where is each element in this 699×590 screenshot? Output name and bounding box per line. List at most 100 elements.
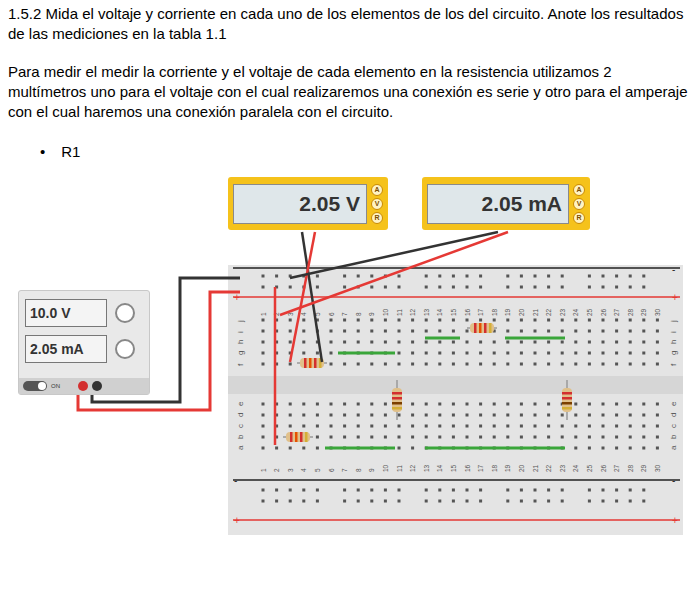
resistor[interactable] — [392, 380, 402, 420]
black-terminal[interactable] — [92, 381, 102, 391]
mode-button[interactable]: R — [371, 212, 383, 224]
resistor[interactable] — [467, 323, 497, 333]
svg-text:21: 21 — [532, 464, 539, 472]
voltmeter[interactable]: 2.05 V AVR — [228, 177, 388, 230]
jumper-wire[interactable] — [338, 352, 395, 355]
svg-text:i: i — [236, 331, 245, 333]
svg-text:16: 16 — [464, 308, 471, 316]
svg-text:f: f — [236, 363, 245, 366]
voltage-display: 10.0 V — [25, 299, 107, 327]
svg-text:e: e — [236, 401, 245, 406]
svg-text:c: c — [669, 424, 678, 428]
probe-wire[interactable] — [290, 232, 315, 362]
jumper-wire[interactable] — [505, 337, 565, 340]
svg-text:18: 18 — [491, 464, 498, 472]
resistor[interactable] — [562, 380, 572, 420]
svg-text:14: 14 — [436, 464, 443, 472]
svg-text:+: + — [672, 515, 678, 526]
svg-text:g: g — [669, 351, 678, 355]
ammeter[interactable]: 2.05 mA AVR — [422, 177, 590, 230]
bullet-item: •R1 — [8, 142, 691, 162]
mode-button[interactable]: R — [573, 212, 585, 224]
svg-text:e: e — [669, 401, 678, 406]
mode-button[interactable]: V — [371, 198, 383, 210]
svg-text:c: c — [236, 424, 245, 428]
probe-wire[interactable] — [280, 232, 508, 315]
page: 1.5.2 Mida el voltaje y corriente en cad… — [0, 0, 699, 590]
heading: 1.5.2 Mida el voltaje y corriente en cad… — [8, 4, 691, 44]
power-supply[interactable]: 10.0 V2.05 mAON — [18, 290, 150, 395]
svg-text:6: 6 — [328, 312, 335, 316]
svg-text:22: 22 — [545, 464, 552, 472]
svg-text:30: 30 — [654, 464, 661, 472]
svg-text:13: 13 — [423, 308, 430, 316]
svg-text:22: 22 — [545, 308, 552, 316]
svg-text:-: - — [672, 264, 675, 275]
svg-text:g: g — [236, 351, 245, 355]
svg-text:2: 2 — [273, 468, 280, 472]
svg-text:23: 23 — [559, 464, 566, 472]
svg-text:19: 19 — [504, 464, 511, 472]
probe-wire[interactable] — [290, 232, 498, 278]
svg-text:a: a — [669, 445, 678, 450]
svg-text:a: a — [236, 445, 245, 450]
svg-text:1: 1 — [260, 468, 267, 472]
jumper-wire[interactable] — [325, 447, 395, 450]
svg-text:20: 20 — [518, 464, 525, 472]
svg-text:25: 25 — [586, 308, 593, 316]
current-knob[interactable] — [115, 339, 135, 359]
svg-text:8: 8 — [355, 312, 362, 316]
svg-text:12: 12 — [409, 308, 416, 316]
jumper-wire[interactable] — [425, 447, 565, 450]
svg-text:5: 5 — [314, 468, 321, 472]
circuit-canvas: +-+-+-+112233445566778899101011111212131… — [8, 170, 683, 535]
svg-text:12: 12 — [409, 464, 416, 472]
svg-text:30: 30 — [654, 308, 661, 316]
svg-text:26: 26 — [600, 308, 607, 316]
svg-text:14: 14 — [436, 308, 443, 316]
svg-text:+: + — [234, 515, 240, 526]
svg-text:23: 23 — [559, 308, 566, 316]
svg-text:b: b — [236, 434, 245, 439]
svg-text:b: b — [669, 434, 678, 439]
mode-button[interactable]: A — [573, 184, 585, 196]
svg-text:9: 9 — [368, 312, 375, 316]
svg-text:15: 15 — [450, 308, 457, 316]
svg-text:-: - — [672, 475, 675, 486]
svg-text:4: 4 — [300, 312, 307, 316]
power-switch[interactable] — [23, 381, 47, 391]
jumper-wire[interactable] — [425, 337, 460, 340]
svg-text:25: 25 — [586, 464, 593, 472]
svg-text:6: 6 — [328, 468, 335, 472]
svg-text:11: 11 — [396, 465, 403, 472]
svg-text:-: - — [234, 475, 237, 486]
red-terminal[interactable] — [78, 381, 88, 391]
svg-text:26: 26 — [600, 464, 607, 472]
svg-text:24: 24 — [572, 464, 579, 472]
mode-button[interactable]: V — [573, 198, 585, 210]
svg-text:h: h — [669, 340, 678, 344]
meter-display: 2.05 V — [233, 184, 367, 224]
svg-text:29: 29 — [640, 464, 647, 472]
svg-text:24: 24 — [572, 308, 579, 316]
svg-text:7: 7 — [341, 312, 348, 316]
red-jumper[interactable] — [274, 287, 277, 445]
svg-text:j: j — [236, 320, 245, 323]
meter-display: 2.05 mA — [427, 184, 569, 224]
svg-text:+: + — [672, 292, 678, 303]
svg-text:i: i — [669, 331, 678, 333]
svg-text:1: 1 — [260, 312, 267, 316]
svg-text:17: 17 — [477, 308, 484, 316]
svg-text:13: 13 — [423, 464, 430, 472]
mode-button[interactable]: A — [371, 184, 383, 196]
svg-text:21: 21 — [532, 308, 539, 316]
resistor[interactable] — [283, 432, 313, 442]
svg-text:d: d — [236, 413, 245, 417]
current-display: 2.05 mA — [25, 335, 107, 363]
svg-text:20: 20 — [518, 308, 525, 316]
svg-text:19: 19 — [504, 308, 511, 316]
svg-text:27: 27 — [613, 308, 620, 316]
voltage-knob[interactable] — [115, 303, 135, 323]
svg-text:+: + — [234, 292, 240, 303]
svg-text:16: 16 — [464, 464, 471, 472]
